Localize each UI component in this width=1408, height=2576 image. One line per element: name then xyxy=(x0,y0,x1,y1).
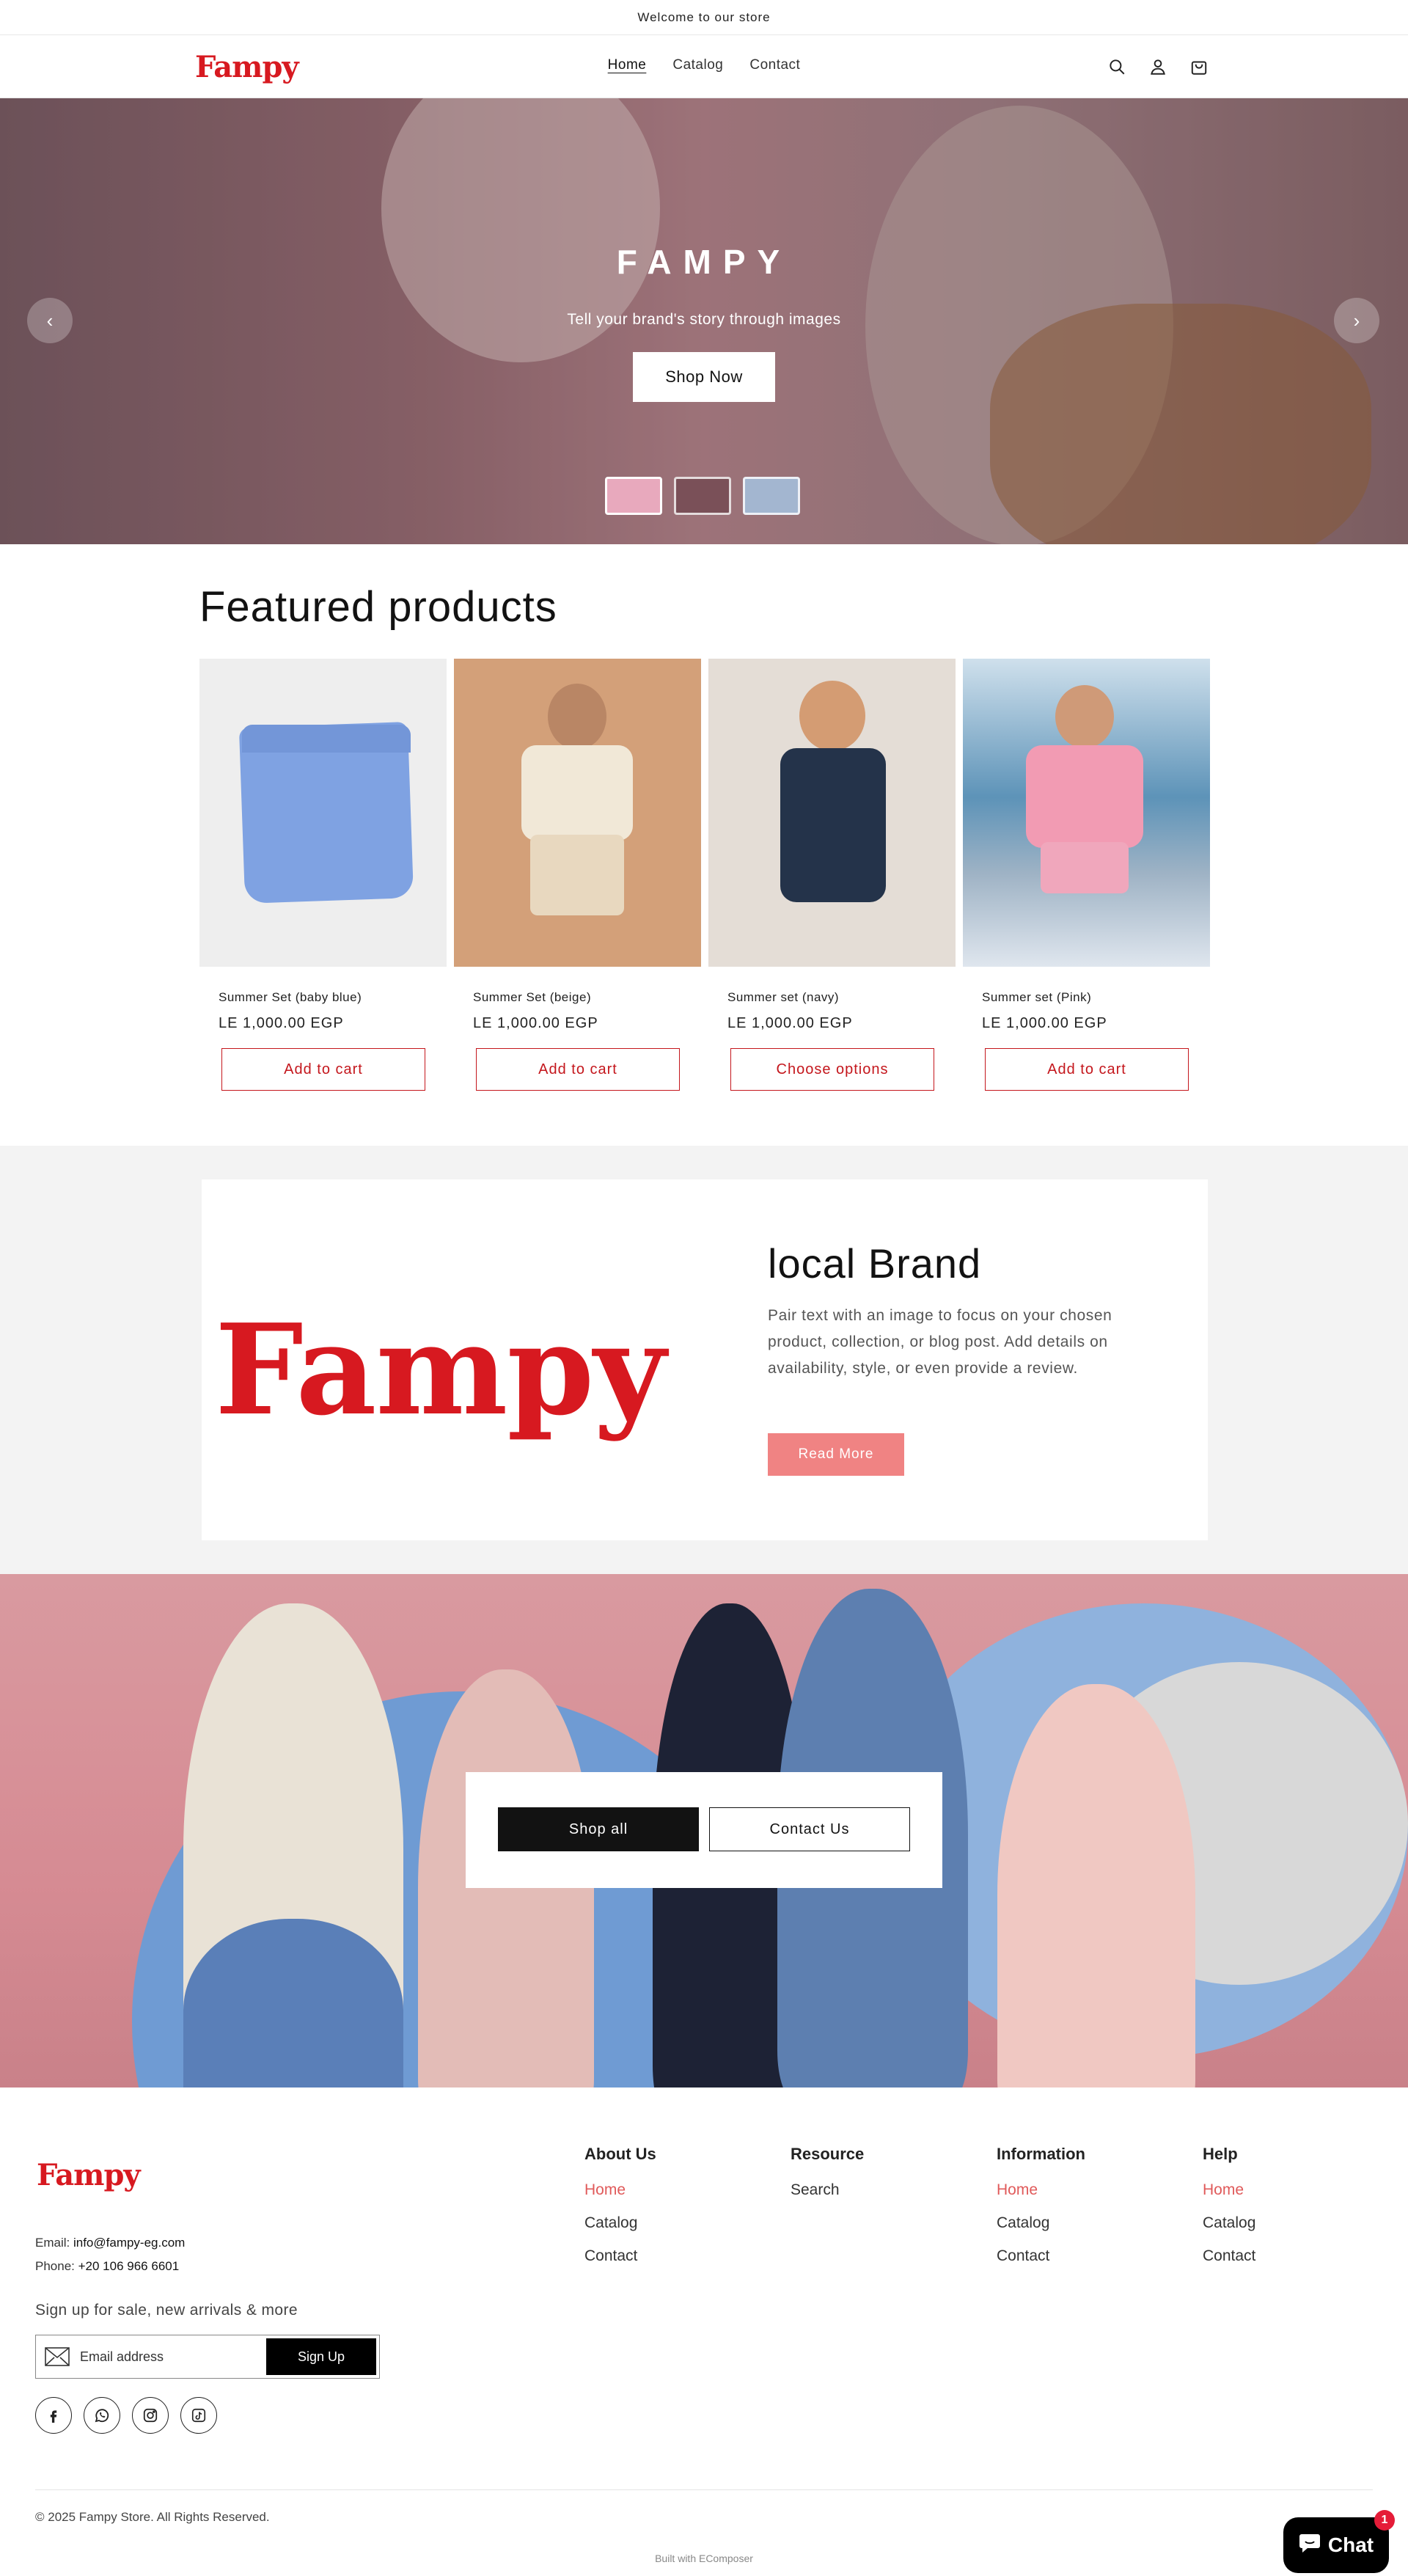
copyright-text: © 2025 Fampy Store. All Rights Reserved. xyxy=(35,2510,270,2524)
hero-title: FAMPY xyxy=(616,243,792,281)
product-card[interactable]: Summer set (Pink) LE 1,000.00 EGP Add to… xyxy=(963,659,1210,1091)
email-label: Email: xyxy=(35,2236,70,2250)
kids-image-banner: Shop all Contact Us xyxy=(0,1574,1408,2087)
image-with-text-card: Fampy local Brand Pair text with an imag… xyxy=(202,1179,1208,1540)
footer-link-contact[interactable]: Contact xyxy=(997,2247,1085,2265)
newsletter-label: Sign up for sale, new arrivals & more xyxy=(35,2302,298,2319)
chat-button[interactable]: Chat 1 xyxy=(1283,2510,1395,2573)
featured-products-heading: Featured products xyxy=(199,583,557,631)
product-card[interactable]: Summer set (navy) LE 1,000.00 EGP Choose… xyxy=(708,659,956,1091)
footer-divider xyxy=(35,2489,1373,2490)
product-name[interactable]: Summer set (navy) xyxy=(727,990,956,1005)
footer-column-information: Information Home Catalog Contact xyxy=(997,2145,1085,2280)
banner-image-kid-5 xyxy=(997,1684,1195,2087)
next-slide-icon[interactable]: › xyxy=(1334,298,1379,343)
prev-slide-icon[interactable]: ‹ xyxy=(27,298,73,343)
slide-thumbnail-1[interactable] xyxy=(605,477,662,515)
footer-link-contact[interactable]: Contact xyxy=(584,2247,656,2265)
nav-catalog[interactable]: Catalog xyxy=(672,57,723,73)
shop-now-button[interactable]: Shop Now xyxy=(633,352,775,402)
footer-link-home[interactable]: Home xyxy=(584,2181,656,2199)
announcement-bar: Welcome to our store xyxy=(0,0,1408,35)
chat-unread-badge: 1 xyxy=(1374,2510,1395,2531)
add-to-cart-button[interactable]: Add to cart xyxy=(221,1048,425,1091)
email-value[interactable]: info@fampy-eg.com xyxy=(73,2236,185,2250)
footer-link-catalog[interactable]: Catalog xyxy=(997,2214,1085,2232)
hero-slideshow: FAMPY Tell your brand's story through im… xyxy=(0,98,1408,544)
product-image[interactable] xyxy=(963,659,1210,967)
shop-all-button[interactable]: Shop all xyxy=(498,1807,699,1851)
brand-logo-image: Fampy xyxy=(215,1297,666,1443)
slide-thumbnail-2[interactable] xyxy=(674,477,731,515)
footer-column-about: About Us Home Catalog Contact xyxy=(584,2145,656,2280)
product-price: LE 1,000.00 EGP xyxy=(727,1015,853,1031)
product-grid: Summer Set (baby blue) LE 1,000.00 EGP A… xyxy=(199,659,1210,1091)
product-price: LE 1,000.00 EGP xyxy=(473,1015,598,1031)
footer-link-search[interactable]: Search xyxy=(791,2181,864,2199)
hero-subtitle: Tell your brand's story through images xyxy=(567,311,841,328)
product-image[interactable] xyxy=(199,659,447,967)
phone-label: Phone: xyxy=(35,2259,75,2273)
footer-column-help: Help Home Catalog Contact xyxy=(1203,2145,1255,2280)
facebook-icon[interactable] xyxy=(35,2397,72,2434)
product-price: LE 1,000.00 EGP xyxy=(219,1015,344,1031)
header-icons xyxy=(1106,56,1210,78)
read-more-button[interactable]: Read More xyxy=(768,1433,904,1476)
footer-phone: Phone: +20 106 966 6601 xyxy=(35,2259,179,2274)
add-to-cart-button[interactable]: Add to cart xyxy=(476,1048,680,1091)
banner-image-kid-1-jeans xyxy=(183,1919,403,2087)
footer-column-resource: Resource Search xyxy=(791,2145,864,2214)
footer-column-title: Information xyxy=(997,2145,1085,2163)
newsletter-email-input[interactable]: Email address xyxy=(80,2349,164,2365)
image-with-text-section: Fampy local Brand Pair text with an imag… xyxy=(0,1146,1408,1574)
chat-label: Chat xyxy=(1327,2533,1374,2556)
account-icon[interactable] xyxy=(1147,56,1169,78)
product-name[interactable]: Summer Set (baby blue) xyxy=(219,990,447,1005)
site-header: Fampy Home Catalog Contact xyxy=(0,35,1408,98)
footer-email: Email: info@fampy-eg.com xyxy=(35,2236,185,2250)
instagram-icon[interactable] xyxy=(132,2397,169,2434)
nav-contact[interactable]: Contact xyxy=(749,57,800,73)
local-brand-heading: local Brand xyxy=(768,1240,982,1287)
local-brand-text: Pair text with an image to focus on your… xyxy=(768,1307,1112,1377)
envelope-icon xyxy=(45,2347,70,2370)
product-image[interactable] xyxy=(454,659,701,967)
search-icon[interactable] xyxy=(1106,56,1128,78)
footer-link-home[interactable]: Home xyxy=(997,2181,1085,2199)
choose-options-button[interactable]: Choose options xyxy=(730,1048,934,1091)
contact-us-button[interactable]: Contact Us xyxy=(709,1807,910,1851)
footer-logo[interactable]: Fampy xyxy=(37,2158,141,2192)
product-image[interactable] xyxy=(708,659,956,967)
footer-link-catalog[interactable]: Catalog xyxy=(584,2214,656,2232)
product-name[interactable]: Summer Set (beige) xyxy=(473,990,701,1005)
add-to-cart-button[interactable]: Add to cart xyxy=(985,1048,1189,1091)
product-price: LE 1,000.00 EGP xyxy=(982,1015,1107,1031)
footer-column-title: Resource xyxy=(791,2145,865,2163)
footer-link-catalog[interactable]: Catalog xyxy=(1203,2214,1255,2232)
chat-bubble-icon xyxy=(1299,2533,1321,2558)
cart-icon[interactable] xyxy=(1188,56,1210,78)
nav-home[interactable]: Home xyxy=(608,57,647,73)
whatsapp-icon[interactable] xyxy=(84,2397,120,2434)
tiktok-icon[interactable] xyxy=(180,2397,217,2434)
sign-up-button[interactable]: Sign Up xyxy=(266,2338,376,2375)
social-links xyxy=(35,2397,217,2434)
product-name[interactable]: Summer set (Pink) xyxy=(982,990,1210,1005)
footer-link-contact[interactable]: Contact xyxy=(1203,2247,1255,2265)
product-card[interactable]: Summer Set (baby blue) LE 1,000.00 EGP A… xyxy=(199,659,447,1091)
product-card[interactable]: Summer Set (beige) LE 1,000.00 EGP Add t… xyxy=(454,659,701,1091)
footer-column-title: About Us xyxy=(584,2145,656,2163)
newsletter-form: Email address Sign Up xyxy=(35,2335,380,2379)
phone-value[interactable]: +20 106 966 6601 xyxy=(78,2259,180,2273)
built-with-text: Built with EComposer xyxy=(655,2553,753,2564)
slide-thumbnails xyxy=(605,477,800,515)
banner-button-box: Shop all Contact Us xyxy=(466,1772,942,1888)
footer-link-home[interactable]: Home xyxy=(1203,2181,1255,2199)
slide-thumbnail-3[interactable] xyxy=(743,477,800,515)
footer-column-title: Help xyxy=(1203,2145,1238,2163)
